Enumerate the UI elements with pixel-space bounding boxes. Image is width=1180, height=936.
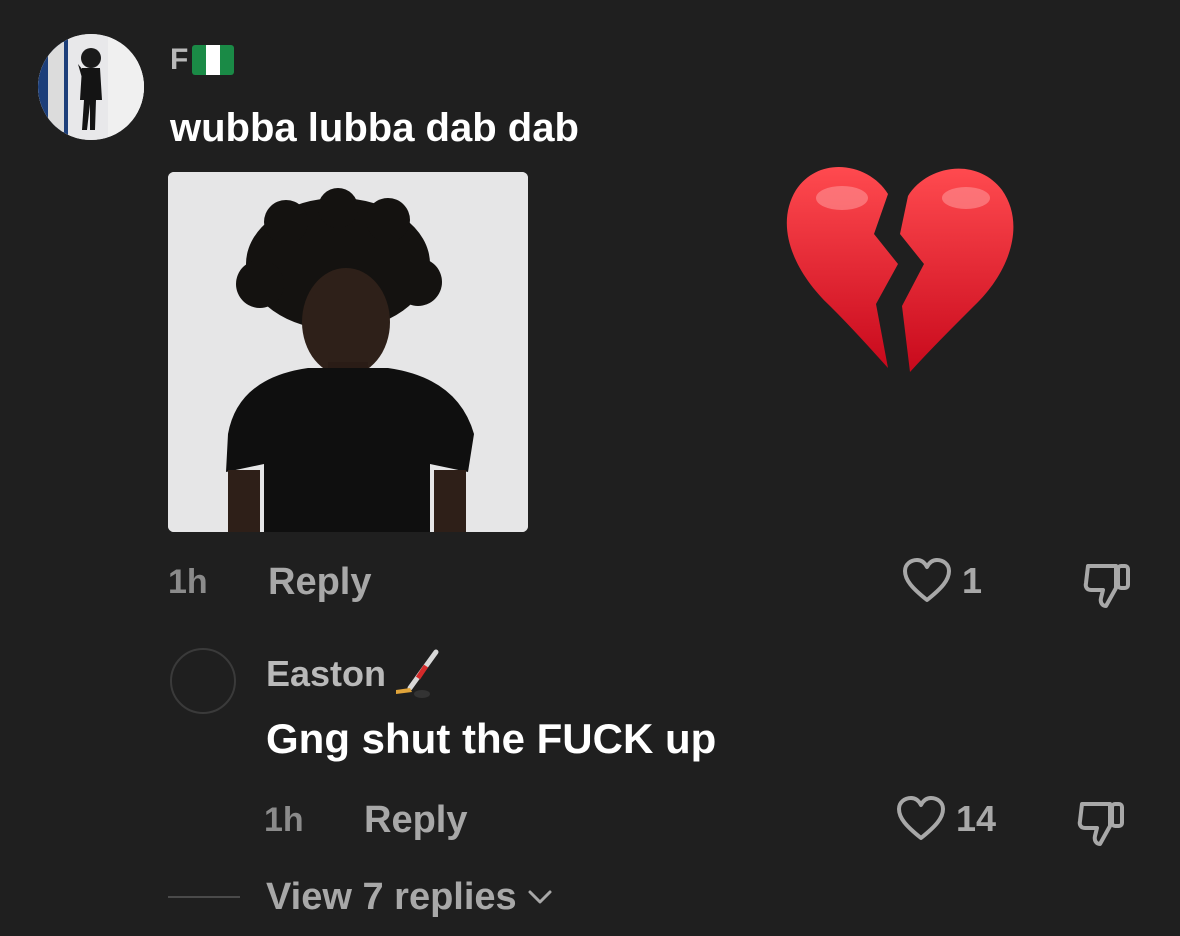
reply-time: 1h — [264, 801, 304, 839]
reply-dislike-button[interactable] — [1076, 798, 1128, 853]
reply-username[interactable]: Easton — [266, 648, 442, 700]
reply-button[interactable]: Reply — [268, 560, 371, 604]
thumbs-down-icon — [1082, 560, 1134, 610]
photo-person-black-tshirt — [168, 172, 528, 532]
nigeria-flag-icon — [192, 45, 235, 75]
user-avatar-photo — [38, 34, 144, 140]
heart-outline-icon — [896, 796, 946, 842]
like-count: 14 — [956, 798, 997, 839]
reply-reply-button[interactable]: Reply — [364, 798, 467, 842]
comment-attached-image[interactable] — [168, 172, 528, 532]
view-replies-button[interactable]: View 7 replies — [168, 872, 553, 922]
view-replies-label: View 7 replies — [266, 875, 517, 918]
broken-heart-icon — [780, 154, 1020, 384]
comment-text: wubba lubba dab dab — [170, 106, 579, 150]
username-text: Easton — [266, 653, 387, 694]
hockey-stick-icon — [390, 648, 442, 700]
reply-like-button[interactable]: 14 — [896, 796, 996, 842]
user-avatar[interactable] — [38, 34, 144, 140]
comment-time: 1h — [168, 563, 208, 601]
comment-username[interactable]: F — [170, 40, 235, 80]
empty-avatar-icon[interactable] — [170, 648, 236, 714]
heart-outline-icon — [902, 558, 952, 604]
dislike-button[interactable] — [1082, 560, 1134, 615]
chevron-down-icon — [527, 887, 553, 907]
thumbs-down-icon — [1076, 798, 1128, 848]
divider — [168, 896, 240, 898]
like-count: 1 — [962, 560, 983, 601]
like-button[interactable]: 1 — [902, 558, 982, 604]
username-text: F — [170, 43, 189, 76]
reply-text: Gng shut the FUCK up — [266, 715, 717, 762]
